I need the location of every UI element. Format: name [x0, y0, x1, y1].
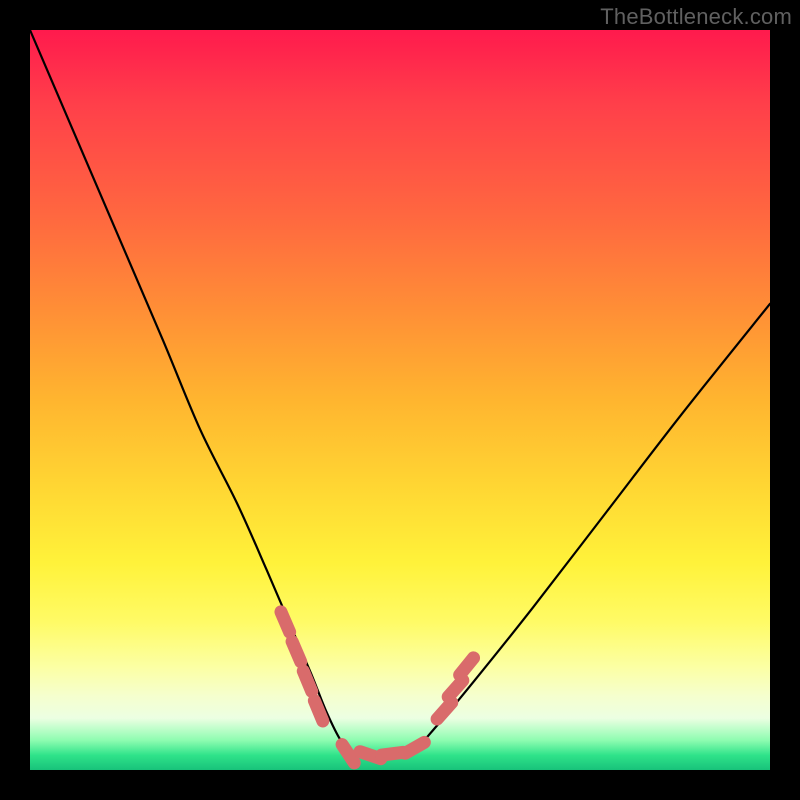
curve-layer	[30, 30, 770, 770]
marker-dot	[342, 745, 354, 763]
watermark-text: TheBottleneck.com	[600, 4, 792, 30]
highlight-markers	[281, 612, 474, 763]
marker-dot	[303, 671, 311, 691]
marker-dot	[448, 680, 463, 696]
marker-dot	[281, 612, 290, 632]
marker-dot	[314, 701, 322, 721]
marker-dot	[437, 703, 452, 719]
plot-area	[30, 30, 770, 770]
marker-dot	[460, 658, 474, 675]
chart-frame: TheBottleneck.com	[0, 0, 800, 800]
marker-dot	[292, 641, 301, 661]
bottleneck-curve	[30, 30, 770, 757]
marker-dot	[405, 742, 424, 753]
